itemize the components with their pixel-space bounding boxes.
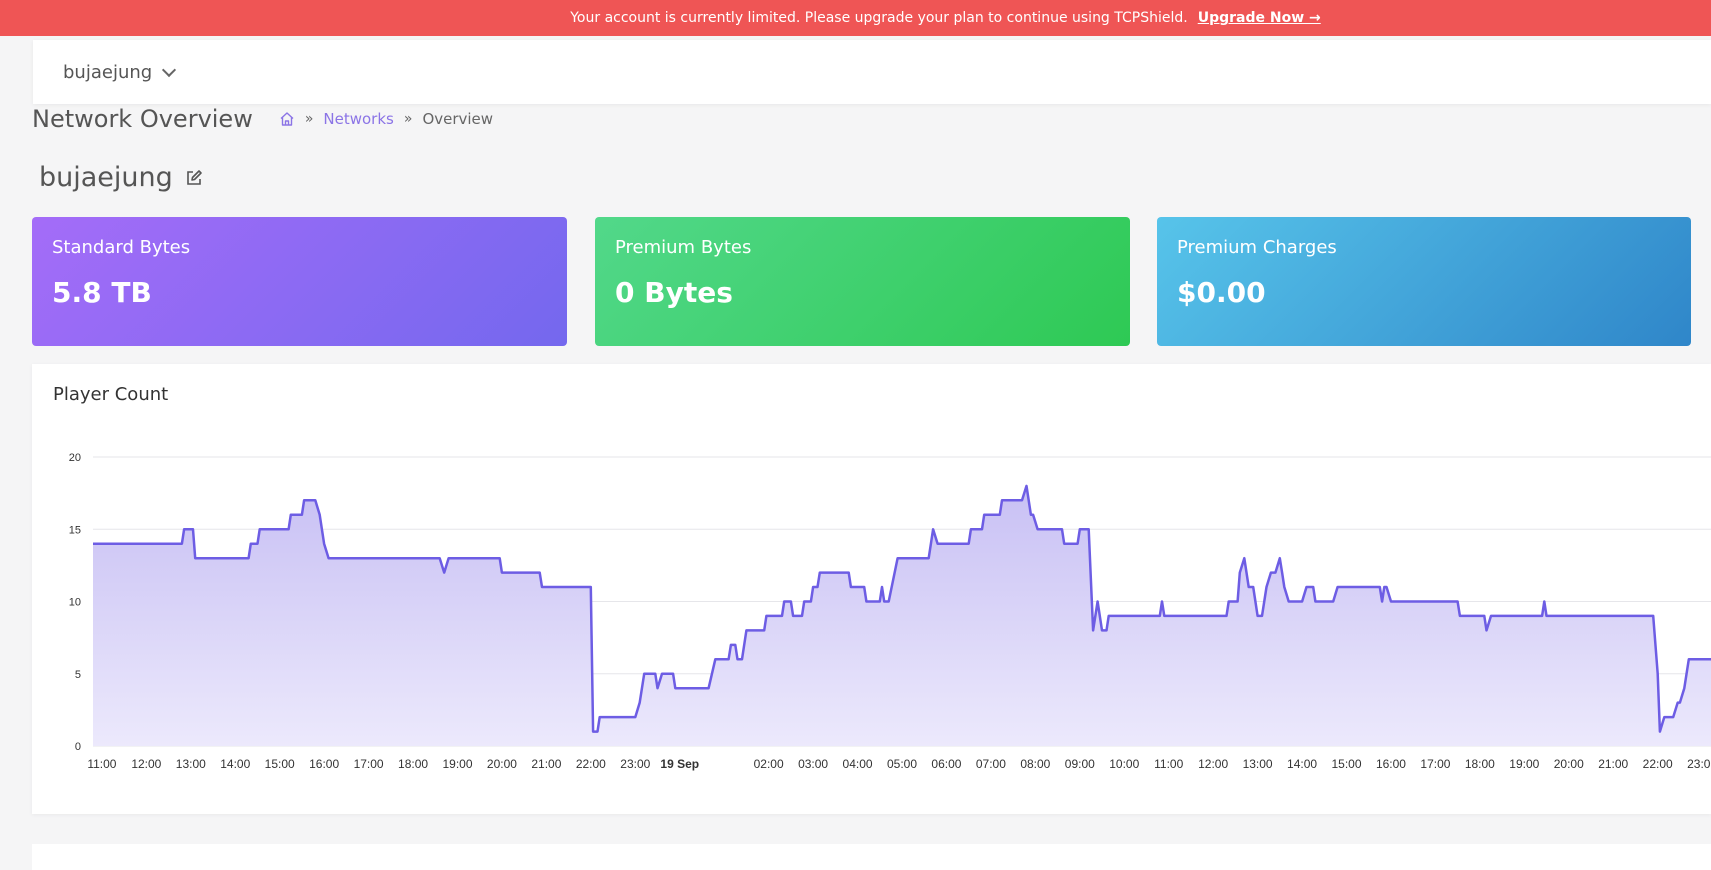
breadcrumb-separator: » <box>403 111 413 127</box>
card-value: $0.00 <box>1177 276 1266 309</box>
x-tick-label: 08:00 <box>1020 757 1050 771</box>
x-tick-label: 14:00 <box>220 757 250 771</box>
x-tick-label: 23:00 <box>620 757 650 771</box>
chevron-down-icon <box>162 62 177 77</box>
network-name: bujaejung <box>39 162 173 193</box>
x-tick-label: 16:00 <box>309 757 339 771</box>
network-name-heading: bujaejung <box>39 162 203 193</box>
y-tick-label: 10 <box>69 597 81 609</box>
breadcrumb-networks-link[interactable]: Networks <box>323 110 393 128</box>
x-tick-label: 03:00 <box>798 757 828 771</box>
y-tick-label: 20 <box>69 452 81 464</box>
x-tick-label: 10:00 <box>1109 757 1139 771</box>
x-tick-label: 12:00 <box>1198 757 1228 771</box>
x-tick-label: 14:00 <box>1287 757 1317 771</box>
x-tick-label: 20:00 <box>487 757 517 771</box>
card-value: 0 Bytes <box>615 276 733 309</box>
edit-icon[interactable] <box>185 169 203 187</box>
bottom-panel <box>32 844 1711 870</box>
x-tick-label: 11:00 <box>1154 757 1183 771</box>
network-selector-label: bujaejung <box>63 61 153 83</box>
x-tick-label: 05:00 <box>887 757 917 771</box>
home-icon[interactable] <box>279 111 295 127</box>
x-tick-label: 06:00 <box>931 757 961 771</box>
page-title: Network Overview <box>32 105 253 133</box>
card-label: Premium Charges <box>1177 237 1337 258</box>
premium-bytes-card: Premium Bytes 0 Bytes <box>595 217 1130 346</box>
x-tick-label: 13:00 <box>1243 757 1273 771</box>
upgrade-now-link[interactable]: Upgrade Now → <box>1198 10 1321 26</box>
upgrade-banner: Your account is currently limited. Pleas… <box>0 0 1711 36</box>
x-tick-label: 18:00 <box>1465 757 1495 771</box>
x-tick-label: 02:00 <box>754 757 784 771</box>
x-tick-label: 21:00 <box>1598 757 1628 771</box>
card-label: Premium Bytes <box>615 237 752 258</box>
x-tick-label: 18:00 <box>398 757 428 771</box>
x-tick-label: 07:00 <box>976 757 1006 771</box>
standard-bytes-card: Standard Bytes 5.8 TB <box>32 217 567 346</box>
x-tick-label: 22:00 <box>1643 757 1673 771</box>
x-tick-label: 17:00 <box>1420 757 1450 771</box>
x-tick-label: 04:00 <box>843 757 873 771</box>
x-tick-label: 23:00 <box>1687 757 1711 771</box>
x-tick-label: 11:00 <box>87 757 116 771</box>
banner-message: Your account is currently limited. Pleas… <box>570 10 1188 26</box>
player-count-panel: Player Count 0 5 10 15 20 11:00 12:00 13:00 14:0… <box>32 364 1711 814</box>
x-tick-label: 09:00 <box>1065 757 1095 771</box>
x-tick-label: 16:00 <box>1376 757 1406 771</box>
breadcrumb-separator: » <box>304 111 314 127</box>
x-tick-label: 19:00 <box>442 757 472 771</box>
x-tick-label: 15:00 <box>265 757 295 771</box>
x-tick-label: 17:00 <box>354 757 384 771</box>
card-label: Standard Bytes <box>52 237 191 258</box>
card-value: 5.8 TB <box>52 276 152 309</box>
x-tick-label: 15:00 <box>1331 757 1361 771</box>
y-tick-label: 15 <box>69 524 81 536</box>
network-selector[interactable]: bujaejung <box>63 61 177 83</box>
top-bar: bujaejung <box>33 40 1711 104</box>
x-tick-label: 12:00 <box>131 757 161 771</box>
y-tick-label: 0 <box>75 741 81 753</box>
x-tick-label: 13:00 <box>176 757 206 771</box>
x-tick-label: 22:00 <box>576 757 606 771</box>
x-tick-label: 21:00 <box>531 757 561 771</box>
player-count-chart[interactable]: 0 5 10 15 20 11:00 12:00 13:00 14:00 15:00 16:00 17… <box>32 364 1711 814</box>
premium-charges-card: Premium Charges $0.00 <box>1157 217 1691 346</box>
x-tick-label: 19:00 <box>1509 757 1539 771</box>
page-header: Network Overview » Networks » Overview <box>32 102 493 136</box>
y-tick-label: 5 <box>75 669 81 681</box>
breadcrumb-current: Overview <box>422 110 494 128</box>
x-tick-label: 19 Sep <box>660 757 699 771</box>
breadcrumb: » Networks » Overview <box>279 110 493 128</box>
x-tick-label: 20:00 <box>1554 757 1584 771</box>
